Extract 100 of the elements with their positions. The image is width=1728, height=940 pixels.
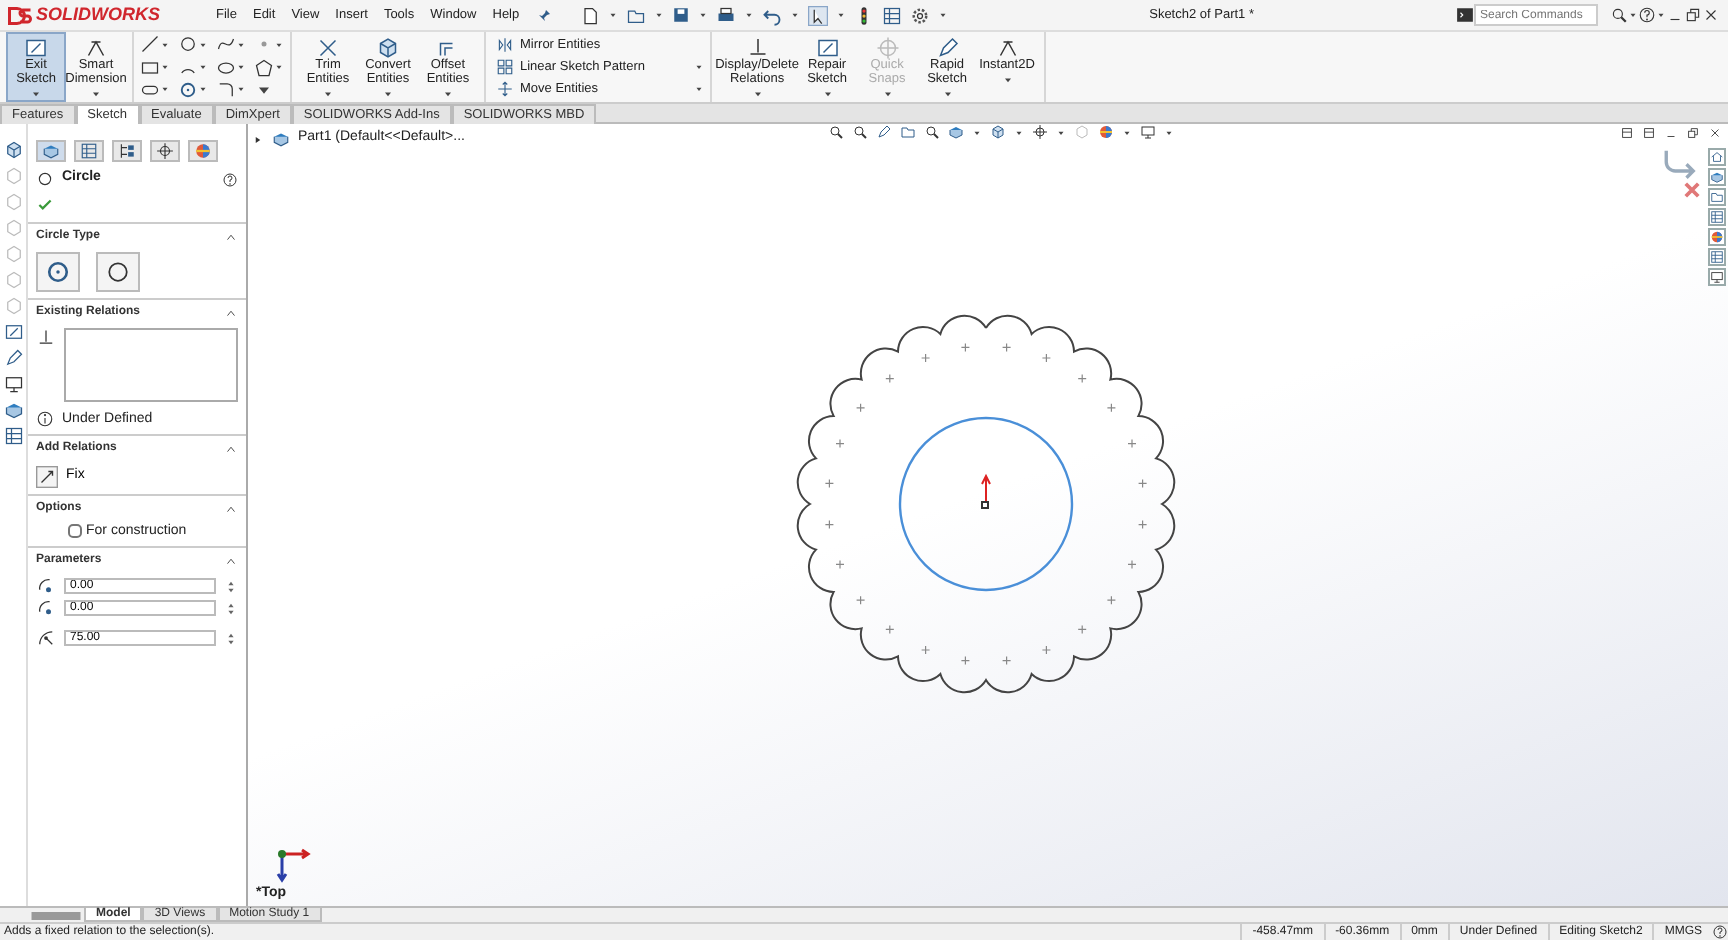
caret-icon — [274, 39, 284, 50]
caret-icon — [442, 87, 454, 100]
magnifier-icon[interactable] — [828, 124, 844, 140]
collapse-caret-icon[interactable] — [224, 230, 238, 245]
tile-icon[interactable] — [1620, 126, 1634, 140]
checkbox[interactable] — [68, 524, 82, 539]
cube-icon[interactable] — [1708, 168, 1726, 186]
plus-mark — [1138, 478, 1148, 488]
restore-icon[interactable] — [1686, 126, 1700, 140]
cube-icon[interactable] — [3, 140, 23, 160]
help-icon[interactable] — [1638, 6, 1656, 24]
cube-icon[interactable] — [3, 400, 23, 420]
plus-mark — [835, 439, 845, 449]
circle-type-button[interactable] — [36, 252, 80, 293]
help-icon[interactable] — [222, 171, 238, 187]
circle-icon — [36, 170, 54, 188]
cube-icon — [42, 142, 60, 160]
plus-mark — [960, 342, 970, 352]
undo-icon[interactable] — [761, 5, 782, 25]
collapse-caret-icon[interactable] — [224, 306, 238, 321]
info-icon — [36, 410, 54, 429]
plus-mark — [856, 595, 866, 605]
plus-mark — [1077, 624, 1087, 634]
settings-icon[interactable] — [909, 5, 930, 25]
monitor-icon[interactable] — [3, 374, 23, 394]
collapse-caret-icon[interactable] — [224, 554, 238, 569]
plus-mark — [1127, 439, 1137, 449]
home-icon[interactable] — [1708, 148, 1726, 166]
caret-icon — [1001, 73, 1014, 86]
sketch-frame-icon — [815, 36, 840, 60]
panel-tab[interactable] — [74, 140, 104, 162]
terminal-icon — [1456, 6, 1474, 24]
polygon-icon[interactable] — [254, 57, 274, 77]
checkmark-icon[interactable] — [36, 196, 54, 214]
close-icon[interactable] — [1708, 126, 1722, 140]
pin-icon[interactable] — [535, 7, 552, 23]
cube-icon[interactable] — [990, 124, 1006, 140]
color-ball-icon — [194, 142, 212, 160]
line-icon[interactable] — [140, 34, 160, 55]
table-icon[interactable] — [3, 426, 23, 446]
plus-mark — [1041, 645, 1051, 655]
move-arrows-icon — [496, 80, 514, 98]
folder-icon[interactable] — [625, 5, 646, 25]
panel-tab[interactable] — [150, 140, 180, 162]
magnifier-icon[interactable] — [852, 124, 868, 140]
color-ball-icon[interactable] — [1708, 228, 1726, 246]
monitor-icon[interactable] — [1140, 124, 1156, 140]
dimension-icon — [84, 36, 108, 60]
sketch-frame-icon[interactable] — [3, 322, 23, 342]
folder-icon[interactable] — [1708, 188, 1726, 206]
caret-icon — [322, 87, 334, 100]
caret-icon — [881, 87, 894, 100]
rectangle-icon[interactable] — [140, 57, 160, 77]
table-icon[interactable] — [1708, 208, 1726, 226]
logo-text: SOLIDWORKS — [36, 4, 160, 26]
folder-icon[interactable] — [900, 124, 916, 140]
collapse-caret-icon[interactable] — [224, 501, 238, 516]
circle-icon[interactable] — [178, 79, 198, 100]
plus-mark — [885, 624, 895, 634]
plus-mark — [885, 374, 895, 384]
caret-icon — [382, 87, 394, 100]
pencil-icon[interactable] — [3, 348, 23, 368]
crosshair-icon[interactable] — [1032, 124, 1048, 140]
new-document-icon[interactable] — [579, 5, 600, 25]
save-icon[interactable] — [671, 6, 690, 24]
restore-icon[interactable] — [1684, 6, 1702, 24]
plus-mark — [1138, 520, 1148, 530]
close-icon[interactable] — [1702, 6, 1720, 24]
circle-icon — [104, 258, 132, 287]
plus-mark — [1106, 595, 1116, 605]
plus-mark — [1002, 342, 1012, 352]
spinner-icon[interactable] — [224, 631, 238, 646]
plus-mark — [1002, 656, 1012, 666]
ellipse-icon[interactable] — [216, 57, 236, 77]
monitor-icon[interactable] — [1708, 268, 1726, 286]
caret-icon — [607, 10, 618, 20]
cursor-icon[interactable] — [807, 5, 828, 25]
magnifier-icon[interactable] — [924, 124, 940, 140]
spinner-icon[interactable] — [224, 579, 238, 594]
expand-arrow-icon[interactable] — [252, 133, 264, 145]
table-icon[interactable] — [1708, 248, 1726, 266]
caret-icon — [198, 39, 208, 50]
collapse-caret-icon[interactable] — [224, 442, 238, 457]
spinner-icon[interactable] — [224, 601, 238, 616]
pencil-icon — [935, 36, 960, 60]
circle-icon[interactable] — [178, 34, 198, 55]
spline-icon[interactable] — [216, 34, 236, 55]
search-icon[interactable] — [1610, 6, 1628, 24]
panel-tab[interactable] — [112, 140, 142, 162]
circle-type-button[interactable] — [96, 252, 140, 293]
caret-icon — [751, 87, 764, 100]
tile-icon[interactable] — [1642, 126, 1656, 140]
printer-icon[interactable] — [715, 5, 736, 25]
plus-mark — [960, 656, 970, 666]
table-icon[interactable] — [881, 5, 902, 25]
help-icon[interactable] — [1712, 924, 1728, 940]
scroll-handle-icon[interactable] — [28, 908, 84, 924]
color-ball-icon[interactable] — [1098, 124, 1114, 140]
cube-icon[interactable] — [948, 124, 964, 140]
fillet-icon[interactable] — [216, 79, 236, 100]
